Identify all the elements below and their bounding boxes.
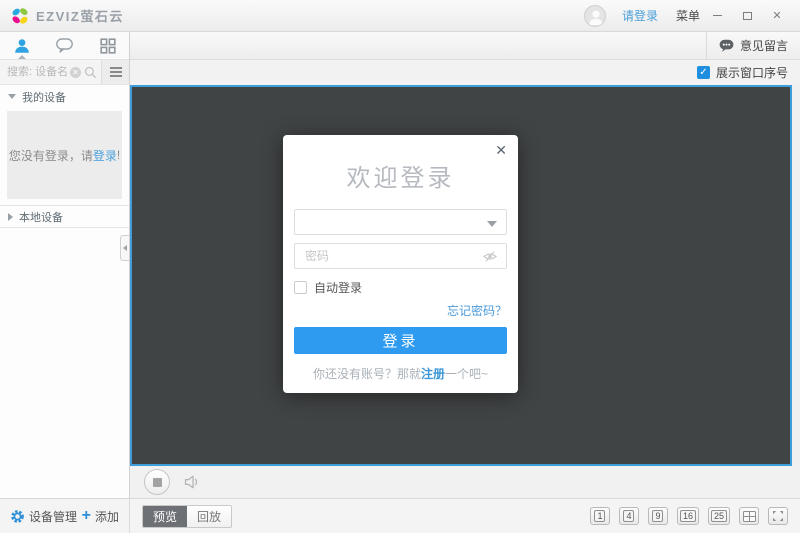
layout-25-button[interactable]: 25	[707, 507, 730, 525]
sidebar-search-row: ✕	[0, 60, 129, 85]
show-window-number-label: 展示窗口序号	[715, 66, 788, 80]
sidebar-content: 我的设备 您没有登录，请 登录! 本地设备	[0, 85, 129, 498]
tab-devices-list[interactable]	[0, 32, 43, 59]
clear-search-icon[interactable]: ✕	[70, 66, 81, 78]
add-device-button[interactable]: + 添加	[82, 508, 119, 525]
custom-layout-icon	[742, 510, 756, 522]
dropdown-arrow-icon	[487, 221, 497, 227]
avatar[interactable]	[583, 4, 606, 27]
ezviz-logo-icon	[12, 7, 28, 24]
volume-button[interactable]	[184, 475, 201, 489]
list-view-icon	[109, 67, 122, 69]
login-notice-suffix: !	[116, 148, 121, 162]
preview-playback-tabs: 预览 回放	[142, 504, 232, 528]
custom-layout-button[interactable]	[739, 507, 759, 525]
sidebar-login-link[interactable]: 登录	[93, 147, 117, 164]
feedback-button[interactable]: 意见留言	[705, 32, 800, 59]
password-eye-icon[interactable]	[482, 249, 498, 264]
auto-login-checkbox[interactable]	[294, 281, 307, 294]
sidebar-tabs	[0, 32, 129, 60]
register-hint-prefix: 你还没有账号？那就	[312, 367, 421, 381]
search-icon[interactable]	[84, 66, 97, 79]
layout-16-button[interactable]: 16	[676, 507, 699, 525]
gear-icon	[11, 509, 24, 523]
list-view-button[interactable]	[101, 60, 129, 84]
app-logo: EZVIZ萤石云	[10, 6, 124, 26]
bottom-bar: 设备管理 + 添加 预览 回放 1 4 9 16 25	[0, 498, 800, 533]
show-window-number-checkbox[interactable]: ✓	[696, 66, 710, 79]
dialog-close-button[interactable]: ✕	[495, 143, 507, 157]
forgot-password-link[interactable]: 忘记密码？	[294, 302, 507, 319]
login-notice-text: 您没有登录，请	[8, 148, 93, 163]
minimize-icon	[712, 15, 722, 16]
login-dialog: ✕ 欢迎登录 自动登录 忘记密码？ 登录 你还没有账号？那就注册一个吧~	[283, 135, 518, 393]
layout-buttons: 1 4 9 16 25	[589, 507, 800, 525]
auto-login-label: 自动登录	[314, 281, 363, 295]
feedback-icon	[719, 39, 734, 52]
close-button[interactable]: ✕	[764, 6, 790, 26]
minimize-button[interactable]	[704, 6, 730, 26]
active-tab-caret-icon	[17, 55, 26, 59]
chevron-right-icon	[8, 212, 13, 221]
username-dropdown[interactable]	[294, 209, 507, 235]
layout-9-button[interactable]: 9	[647, 507, 668, 525]
register-hint: 你还没有账号？那就注册一个吧~	[294, 365, 507, 382]
fullscreen-button[interactable]	[768, 507, 788, 525]
playback-control-bar	[130, 466, 800, 498]
avatar-person-icon	[589, 10, 603, 25]
app-title: EZVIZ萤石云	[36, 9, 124, 24]
volume-icon	[184, 475, 198, 489]
password-field[interactable]	[303, 248, 482, 264]
device-management-label: 设备管理	[29, 509, 78, 524]
section-local-devices[interactable]: 本地设备	[0, 205, 129, 228]
titlebar-menu[interactable]: 菜单	[676, 7, 700, 24]
register-hint-suffix: 一个吧~	[445, 367, 489, 381]
add-icon: +	[81, 507, 91, 524]
register-link[interactable]: 注册	[421, 367, 445, 381]
layout-4-button[interactable]: 4	[618, 507, 639, 525]
local-devices-label: 本地设备	[19, 211, 63, 224]
tab-device-grid[interactable]	[86, 32, 129, 59]
feedback-label: 意见留言	[739, 39, 788, 53]
username-value	[295, 210, 506, 222]
bottom-left-section: 设备管理 + 添加	[0, 499, 130, 533]
collapse-sidebar-icon	[123, 245, 127, 251]
tab-messages[interactable]	[43, 32, 86, 59]
maximize-icon	[742, 11, 752, 20]
messages-tab-icon	[56, 38, 73, 53]
layout-1-button[interactable]: 1	[589, 507, 610, 525]
dialog-title: 欢迎登录	[346, 165, 455, 192]
maximize-button[interactable]	[734, 6, 760, 26]
password-field-wrap	[294, 243, 507, 269]
main-toolbar: 意见留言	[130, 32, 800, 60]
app-window: EZVIZ萤石云 请登录 菜单 ✕ 搜索: 设备名 ✕ 我的设备 您没有登录，请…	[0, 0, 800, 533]
my-devices-label: 我的设备	[22, 91, 66, 104]
contacts-tab-icon	[14, 38, 29, 53]
sidebar: ✕ 我的设备 您没有登录，请登录! 本地设备	[0, 32, 130, 498]
titlebar: EZVIZ萤石云 请登录 菜单 ✕	[0, 0, 800, 32]
stop-icon	[152, 477, 162, 487]
titlebar-login-link[interactable]: 请登录	[622, 7, 658, 24]
fullscreen-icon	[773, 511, 783, 521]
tab-preview[interactable]: 预览	[143, 505, 187, 527]
titlebar-right: 请登录 菜单 ✕	[583, 4, 790, 27]
search-input[interactable]	[0, 66, 70, 78]
auto-login-row: 自动登录	[294, 279, 507, 296]
section-my-devices[interactable]: 我的设备	[0, 85, 129, 108]
chevron-down-icon	[8, 94, 16, 99]
view-options-bar: ✓ 展示窗口序号	[130, 60, 800, 85]
device-management-button[interactable]: 设备管理	[10, 508, 77, 525]
login-notice-panel: 您没有登录，请 登录!	[7, 111, 122, 199]
stop-button[interactable]	[144, 469, 170, 495]
add-label: 添加	[94, 509, 119, 524]
collapse-sidebar-handle[interactable]	[120, 235, 129, 261]
devices-tab-icon	[99, 37, 116, 54]
login-button[interactable]: 登录	[294, 327, 507, 354]
tab-playback[interactable]: 回放	[187, 505, 231, 527]
